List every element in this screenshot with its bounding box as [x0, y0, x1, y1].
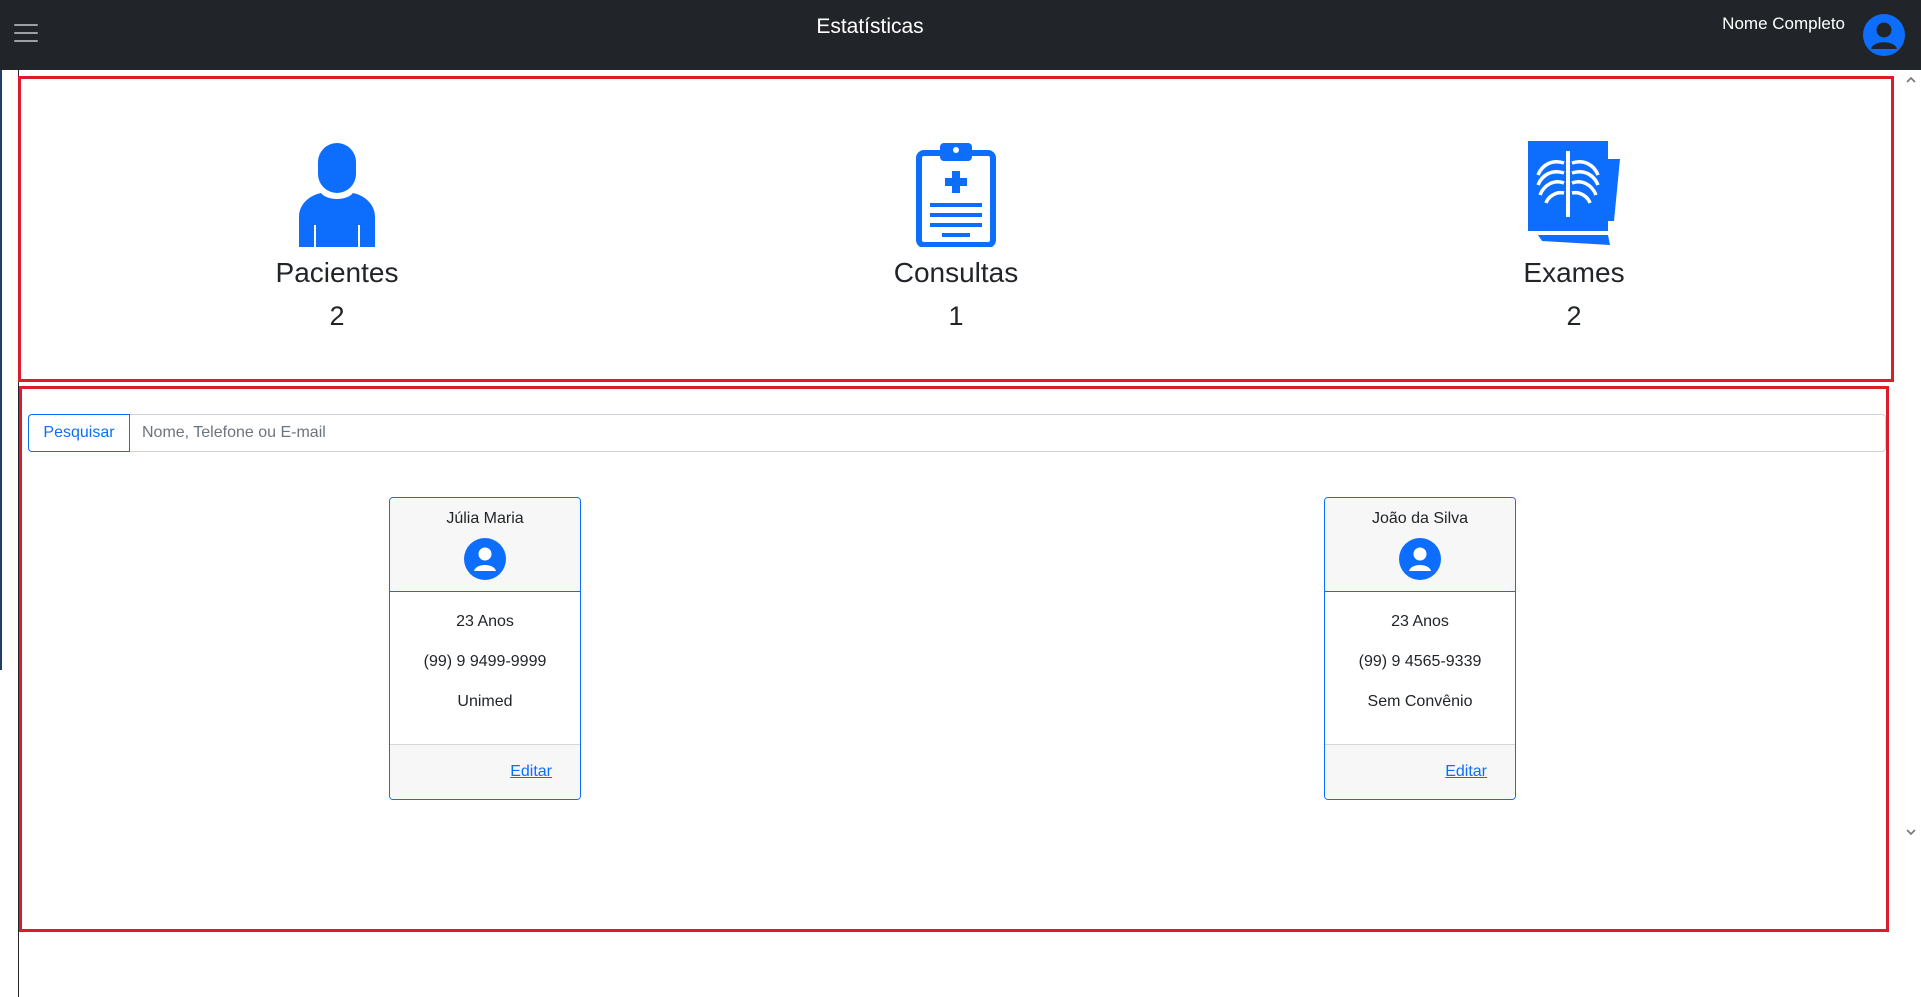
patient-name: João da Silva [1371, 510, 1469, 527]
page-title: Estatísticas [816, 15, 924, 38]
patient-phone: (99) 9 4565-9339 [1358, 653, 1482, 670]
patient-name: Júlia Maria [446, 510, 524, 527]
stat-label: Exames [1523, 257, 1625, 288]
scroll-down-icon[interactable] [1905, 826, 1917, 838]
stat-label: Pacientes [275, 257, 399, 288]
stat-pacientes: Pacientes 2 [187, 141, 487, 332]
patient-insurance: Unimed [457, 693, 513, 710]
user-avatar-icon[interactable] [1863, 14, 1905, 56]
patient-phone: (99) 9 9499-9999 [423, 653, 547, 670]
search-button[interactable]: Pesquisar [28, 414, 130, 452]
card-footer: Editar [1325, 745, 1515, 799]
top-navbar: Estatísticas Nome Completo [0, 0, 1921, 70]
stat-label: Consultas [893, 257, 1019, 288]
patient-avatar-icon [464, 538, 506, 580]
patient-age: 23 Anos [456, 613, 514, 630]
edit-link[interactable]: Editar [510, 763, 552, 781]
clipboard-medical-icon [916, 143, 996, 247]
patient-avatar-icon [1399, 538, 1441, 580]
patient-card: João da Silva 23 Anos (99) 9 4565-9339 S… [1324, 497, 1516, 800]
edit-link[interactable]: Editar [1445, 763, 1487, 781]
card-header: João da Silva [1325, 498, 1515, 592]
patient-card: Júlia Maria 23 Anos (99) 9 9499-9999 Uni… [389, 497, 581, 800]
stat-consultas: Consultas 1 [806, 141, 1106, 332]
statistics-panel: Pacientes 2 Consultas 1 Exames 2 [18, 76, 1894, 382]
search-group: Pesquisar [28, 414, 1886, 452]
card-header: Júlia Maria [390, 498, 580, 592]
window-edge-fill [2, 70, 18, 670]
vertical-scrollbar[interactable] [1901, 70, 1921, 850]
patients-panel: Pesquisar Júlia Maria 23 Anos (99) 9 949… [19, 386, 1889, 932]
user-name[interactable]: Nome Completo [1722, 14, 1845, 34]
card-body: 23 Anos (99) 9 4565-9339 Sem Convênio [1325, 592, 1515, 745]
card-body: 23 Anos (99) 9 9499-9999 Unimed [390, 592, 580, 745]
patient-insurance: Sem Convênio [1367, 693, 1473, 710]
hamburger-line [14, 40, 38, 42]
stat-value: 1 [948, 301, 964, 331]
scroll-up-icon[interactable] [1905, 74, 1917, 86]
patient-age: 23 Anos [1391, 613, 1449, 630]
stat-exames: Exames 2 [1424, 141, 1724, 332]
xray-icon [1528, 141, 1620, 245]
card-footer: Editar [390, 745, 580, 799]
stat-value: 2 [1566, 301, 1582, 331]
search-input[interactable] [130, 415, 1885, 451]
patient-icon [299, 143, 375, 247]
stat-value: 2 [329, 301, 345, 331]
